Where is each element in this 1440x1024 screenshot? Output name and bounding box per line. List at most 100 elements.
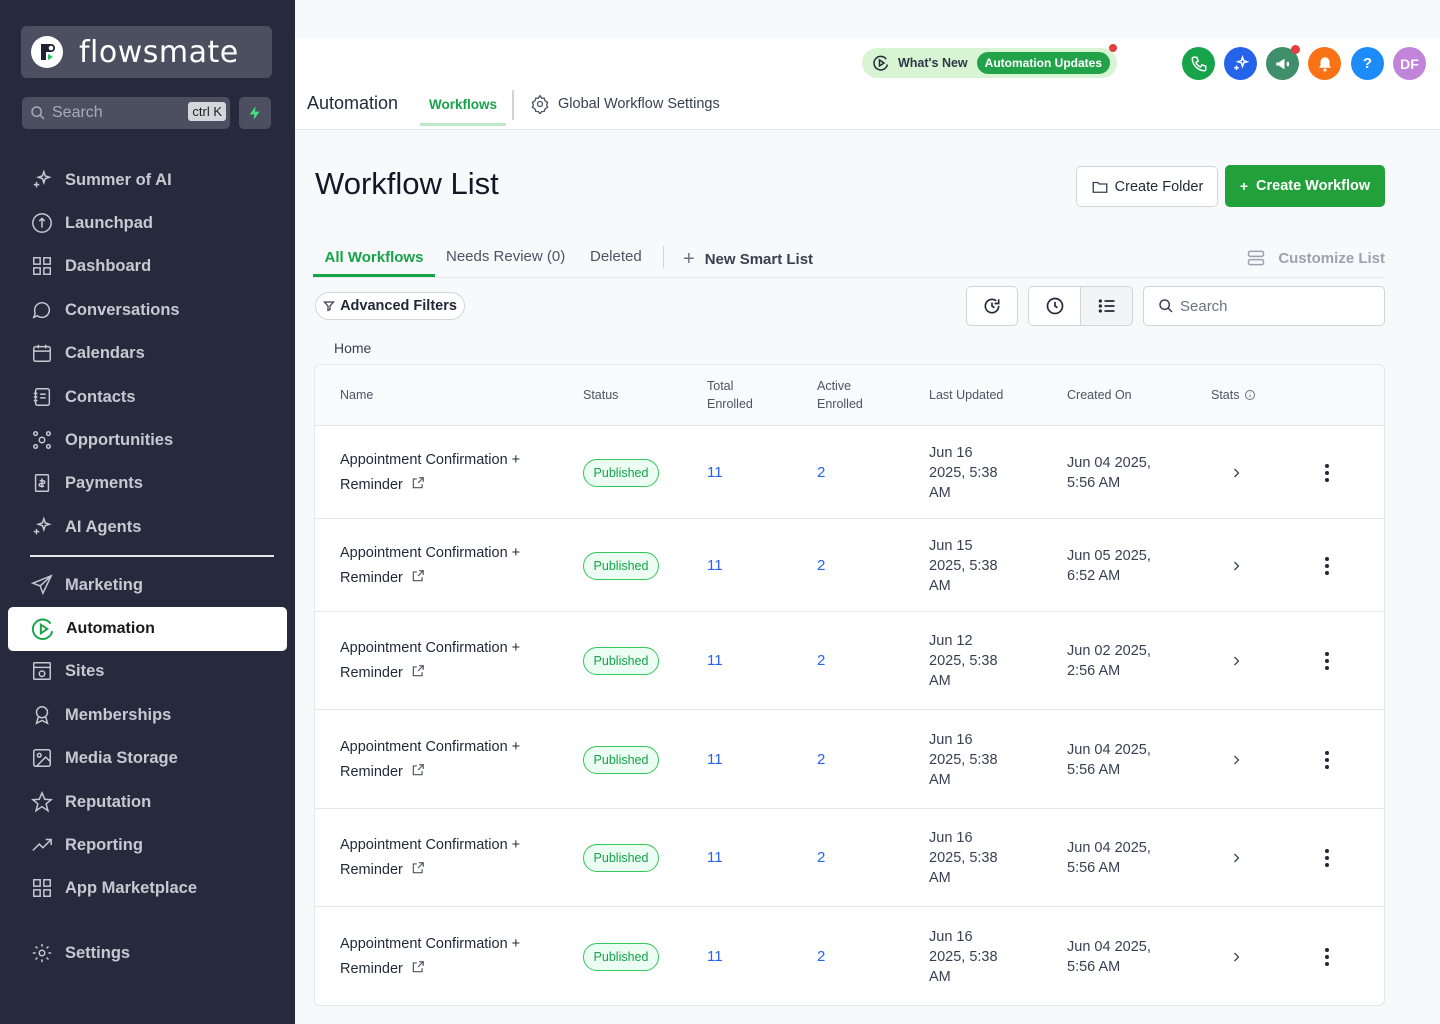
workflow-name[interactable]: Appointment Confirmation + Reminder — [340, 833, 550, 883]
sidebar-item-sites[interactable]: Sites — [30, 651, 280, 691]
sidebar-search[interactable]: Search ctrl K — [22, 97, 230, 129]
date-line: 5:56 AM — [1067, 474, 1121, 491]
tab-deleted[interactable]: Deleted — [590, 248, 642, 265]
table-row[interactable]: Appointment Confirmation + Reminder Publis… — [315, 907, 1384, 1005]
tab-all-workflows[interactable]: All Workflows — [313, 240, 435, 277]
notifications-button[interactable] — [1308, 47, 1341, 80]
external-link-icon[interactable] — [411, 763, 425, 777]
quick-action-button[interactable] — [239, 97, 271, 129]
sidebar-item-reporting[interactable]: Reporting — [30, 825, 280, 865]
active-enrolled-link[interactable]: 2 — [817, 751, 825, 768]
active-enrolled-link[interactable]: 2 — [817, 849, 825, 866]
external-link-icon[interactable] — [411, 960, 425, 974]
total-enrolled-link[interactable]: 11 — [707, 849, 723, 866]
column-header-name[interactable]: Name — [340, 386, 373, 404]
bell-icon — [1318, 56, 1331, 71]
chevron-right-icon[interactable] — [1230, 754, 1242, 766]
chevron-right-icon[interactable] — [1230, 560, 1242, 572]
new-smart-list-button[interactable]: + New Smart List — [683, 248, 813, 271]
sidebar-item-opportunities[interactable]: Opportunities — [30, 420, 280, 460]
chevron-right-icon[interactable] — [1230, 655, 1242, 667]
table-row[interactable]: Appointment Confirmation + Reminder Publis… — [315, 612, 1384, 710]
active-enrolled-link[interactable]: 2 — [817, 464, 825, 481]
history-button[interactable] — [966, 286, 1018, 326]
created-on: Jun 05 2025, 6:52 AM — [1067, 546, 1151, 586]
announcements-button[interactable] — [1266, 45, 1300, 80]
column-header-active-enrolled[interactable]: Active Enrolled — [817, 377, 863, 413]
active-enrolled-link[interactable]: 2 — [817, 948, 825, 965]
sidebar-item-payments[interactable]: Payments — [30, 463, 280, 503]
more-options-icon[interactable] — [1321, 463, 1333, 483]
create-workflow-button[interactable]: + Create Workflow — [1225, 165, 1385, 207]
table-row[interactable]: Appointment Confirmation + Reminder Publis… — [315, 809, 1384, 907]
sidebar-item-settings[interactable]: Settings — [30, 933, 280, 973]
external-link-icon[interactable] — [411, 476, 425, 490]
chevron-right-icon[interactable] — [1230, 852, 1242, 864]
workflow-name[interactable]: Appointment Confirmation + Reminder — [340, 541, 550, 591]
avatar[interactable]: DF — [1393, 47, 1426, 80]
more-options-icon[interactable] — [1321, 750, 1333, 770]
automation-updates-pill[interactable]: Automation Updates — [976, 52, 1110, 74]
sidebar-item-contacts[interactable]: Contacts — [30, 377, 280, 417]
brand-logo[interactable]: flowsmate — [21, 26, 272, 78]
more-options-icon[interactable] — [1321, 651, 1333, 671]
help-button[interactable]: ? — [1351, 47, 1384, 80]
sidebar-item-reputation[interactable]: Reputation — [30, 782, 280, 822]
total-enrolled-link[interactable]: 11 — [707, 652, 723, 669]
more-options-icon[interactable] — [1321, 947, 1333, 967]
create-folder-button[interactable]: Create Folder — [1076, 166, 1218, 207]
list-view-button[interactable] — [1080, 286, 1133, 326]
breadcrumb[interactable]: Home — [334, 340, 371, 356]
sidebar-item-automation[interactable]: Automation — [8, 607, 287, 651]
sidebar-item-dashboard[interactable]: Dashboard — [30, 246, 280, 286]
active-enrolled-link[interactable]: 2 — [817, 557, 825, 574]
sidebar-item-calendars[interactable]: Calendars — [30, 333, 280, 373]
advanced-filters-button[interactable]: Advanced Filters — [315, 292, 465, 320]
workflow-tabs: All Workflows Needs Review (0) Deleted +… — [313, 240, 1385, 278]
sidebar-item-marketing[interactable]: Marketing — [30, 565, 280, 605]
sidebar-item-media-storage[interactable]: Media Storage — [30, 738, 280, 778]
tab-global-workflow-settings[interactable]: Global Workflow Settings — [530, 94, 720, 114]
workflow-name[interactable]: Appointment Confirmation + Reminder — [340, 448, 550, 498]
active-enrolled-link[interactable]: 2 — [817, 652, 825, 669]
chevron-right-icon[interactable] — [1230, 467, 1242, 479]
ai-assistant-button[interactable] — [1224, 47, 1257, 80]
date-line: Jun 16 — [929, 731, 973, 748]
workflow-name[interactable]: Appointment Confirmation + Reminder — [340, 932, 550, 982]
total-enrolled-link[interactable]: 11 — [707, 557, 723, 574]
sidebar-item-app-marketplace[interactable]: App Marketplace — [30, 868, 280, 908]
sidebar-item-launchpad[interactable]: Launchpad — [30, 203, 280, 243]
total-enrolled-link[interactable]: 11 — [707, 948, 723, 965]
total-enrolled-link[interactable]: 11 — [707, 751, 723, 768]
whats-new-banner[interactable]: What's New Automation Updates — [862, 44, 1117, 78]
sidebar-item-memberships[interactable]: Memberships — [30, 695, 280, 735]
column-header-created-on[interactable]: Created On — [1067, 386, 1132, 404]
tab-needs-review[interactable]: Needs Review (0) — [446, 248, 565, 265]
external-link-icon[interactable] — [411, 569, 425, 583]
search-input[interactable]: Search — [1143, 286, 1385, 326]
more-options-icon[interactable] — [1321, 556, 1333, 576]
external-link-icon[interactable] — [411, 664, 425, 678]
column-header-stats[interactable]: Stats — [1211, 386, 1256, 404]
workflow-name[interactable]: Appointment Confirmation + Reminder — [340, 735, 550, 785]
date-line: AM — [929, 771, 951, 788]
sidebar-item-ai-agents[interactable]: AI Agents — [30, 507, 280, 547]
chevron-right-icon[interactable] — [1230, 951, 1242, 963]
grid-icon — [30, 876, 54, 900]
phone-button[interactable] — [1182, 47, 1215, 80]
sidebar-item-conversations[interactable]: Conversations — [30, 290, 280, 330]
total-enrolled-link[interactable]: 11 — [707, 464, 723, 481]
table-row[interactable]: Appointment Confirmation + Reminder Publis… — [315, 426, 1384, 519]
more-options-icon[interactable] — [1321, 848, 1333, 868]
tab-workflows[interactable]: Workflows — [420, 86, 506, 126]
table-row[interactable]: Appointment Confirmation + Reminder Publis… — [315, 519, 1384, 612]
sidebar-item-summer-of-ai[interactable]: Summer of AI — [30, 160, 280, 200]
external-link-icon[interactable] — [411, 861, 425, 875]
workflow-name[interactable]: Appointment Confirmation + Reminder — [340, 636, 550, 686]
column-header-total-enrolled[interactable]: Total Enrolled — [707, 377, 753, 413]
table-row[interactable]: Appointment Confirmation + Reminder Publis… — [315, 710, 1384, 809]
recent-view-button[interactable] — [1028, 286, 1081, 326]
column-header-status[interactable]: Status — [583, 386, 618, 404]
customize-list-button[interactable]: Customize List — [1246, 248, 1385, 268]
column-header-last-updated[interactable]: Last Updated — [929, 386, 1003, 404]
